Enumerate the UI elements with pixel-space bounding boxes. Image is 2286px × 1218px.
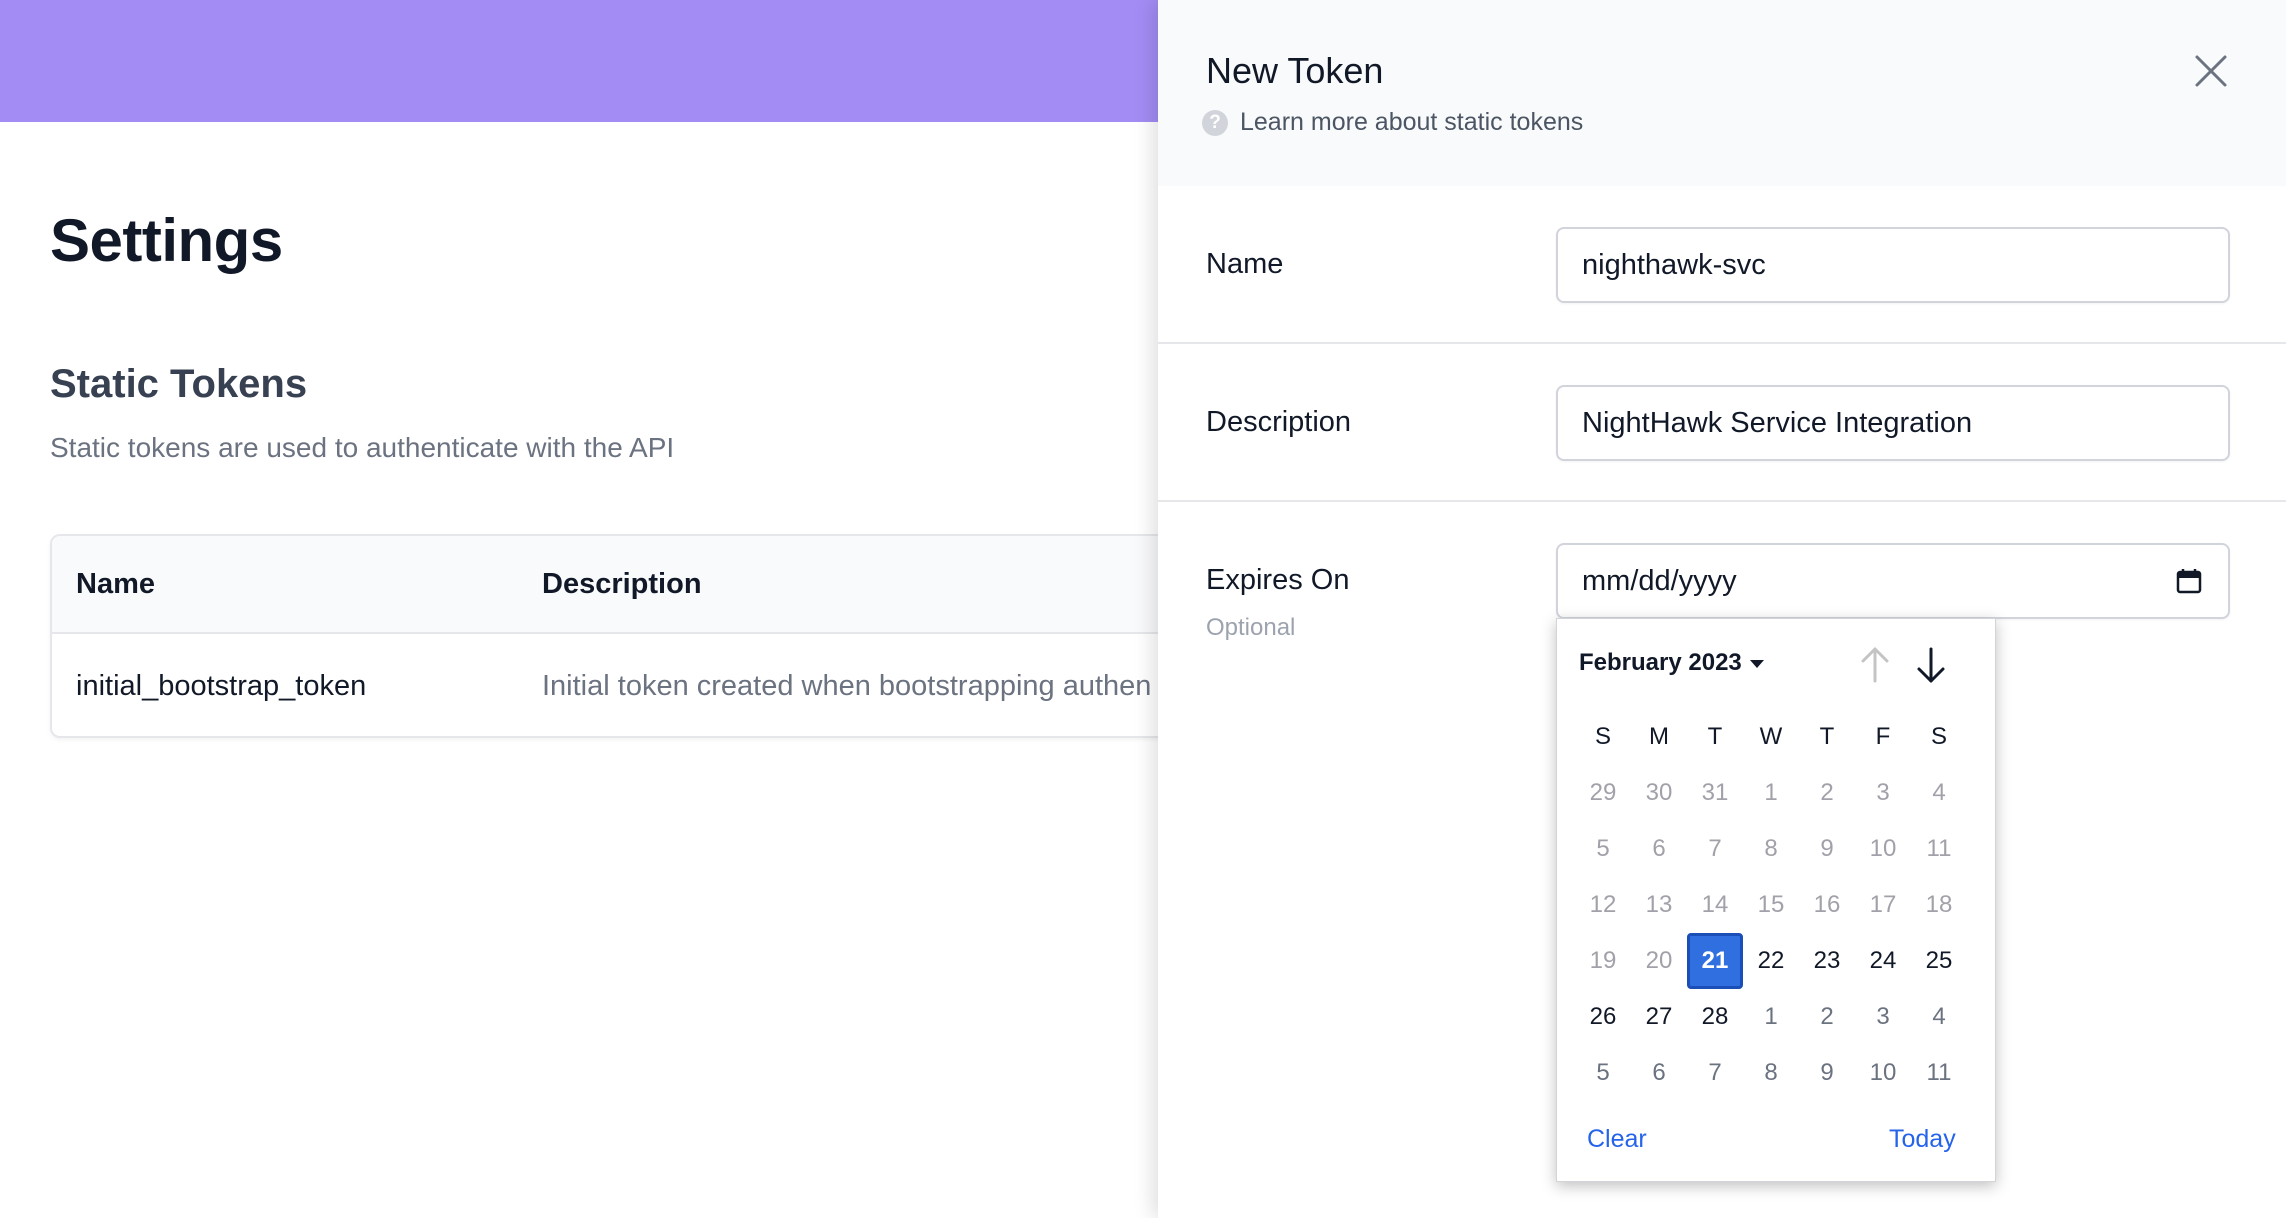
calendar-day[interactable]: 19: [1575, 933, 1631, 989]
calendar-day[interactable]: 11: [1911, 821, 1967, 877]
column-header-description[interactable]: Description: [542, 568, 702, 601]
question-circle-icon: ?: [1202, 109, 1228, 136]
calendar-day[interactable]: 27: [1631, 989, 1687, 1045]
section-subtitle: Static tokens are used to authenticate w…: [50, 432, 675, 463]
calendar-day[interactable]: 7: [1687, 821, 1743, 877]
calendar-grid: S M T W T F S 29 30 31 1 2 3 4 5 6 7 8 9 10 11 12 13 14 1…: [1575, 709, 1979, 1101]
calendar-day[interactable]: 17: [1855, 877, 1911, 933]
calendar-day[interactable]: 1: [1743, 989, 1799, 1045]
calendar-day[interactable]: 9: [1799, 1045, 1855, 1101]
calendar-day[interactable]: 8: [1743, 821, 1799, 877]
month-year-label: February 2023: [1579, 649, 1742, 676]
top-header-band: [0, 0, 1160, 122]
calendar-day[interactable]: 7: [1687, 1045, 1743, 1101]
calendar-day[interactable]: 22: [1743, 933, 1799, 989]
expires-hint: Optional: [1206, 614, 1296, 641]
calendar-day[interactable]: 13: [1631, 877, 1687, 933]
calendar-day[interactable]: 5: [1575, 821, 1631, 877]
form-row-name: Name nighthawk-svc: [1158, 186, 2286, 344]
calendar-day[interactable]: 20: [1631, 933, 1687, 989]
expires-date-input[interactable]: mm/dd/yyyy: [1556, 543, 2230, 619]
calendar-day[interactable]: 16: [1799, 877, 1855, 933]
calendar-day[interactable]: 5: [1575, 1045, 1631, 1101]
token-name-cell[interactable]: initial_bootstrap_token: [76, 670, 366, 703]
calendar-day-selected[interactable]: 21: [1687, 933, 1743, 989]
calendar-day[interactable]: 8: [1743, 1045, 1799, 1101]
description-input[interactable]: NightHawk Service Integration: [1556, 385, 2230, 461]
arrow-down-icon[interactable]: [1909, 641, 1953, 689]
calendar-day[interactable]: 11: [1911, 1045, 1967, 1101]
clear-button[interactable]: Clear: [1587, 1125, 1647, 1154]
caret-down-icon: [1749, 660, 1764, 668]
weekday-header: M: [1649, 723, 1669, 750]
calendar-day[interactable]: 24: [1855, 933, 1911, 989]
calendar-day[interactable]: 23: [1799, 933, 1855, 989]
calendar-day[interactable]: 28: [1687, 989, 1743, 1045]
drawer-header: New Token ? Learn more about static toke…: [1158, 0, 2286, 186]
month-year-selector[interactable]: February 2023: [1579, 649, 1764, 677]
drawer-title: New Token: [1206, 50, 1384, 91]
calendar-day[interactable]: 4: [1911, 765, 1967, 821]
calendar-day[interactable]: 25: [1911, 933, 1967, 989]
help-link-text[interactable]: Learn more about static tokens: [1240, 108, 1583, 137]
expires-label: Expires On: [1206, 564, 1350, 596]
weekday-header: W: [1759, 723, 1783, 750]
calendar-day[interactable]: 12: [1575, 877, 1631, 933]
token-description-cell: Initial token created when bootstrapping…: [542, 670, 1152, 702]
weekday-header: S: [1594, 723, 1611, 750]
description-label: Description: [1206, 406, 1352, 438]
calendar-day[interactable]: 2: [1799, 989, 1855, 1045]
calendar-day[interactable]: 2: [1799, 765, 1855, 821]
calendar-day[interactable]: 4: [1911, 989, 1967, 1045]
calendar-day[interactable]: 6: [1631, 1045, 1687, 1101]
help-link[interactable]: ? Learn more about static tokens: [1202, 108, 1583, 137]
name-label: Name: [1206, 248, 1284, 280]
calendar-day[interactable]: 15: [1743, 877, 1799, 933]
tokens-table: Name Description initial_bootstrap_token…: [50, 534, 1210, 738]
calendar-day[interactable]: 29: [1575, 765, 1631, 821]
calendar-day[interactable]: 6: [1631, 821, 1687, 877]
calendar-day[interactable]: 10: [1855, 1045, 1911, 1101]
column-header-name[interactable]: Name: [76, 568, 155, 601]
calendar-day[interactable]: 3: [1855, 765, 1911, 821]
form-row-description: Description NightHawk Service Integratio…: [1158, 344, 2286, 502]
calendar-day[interactable]: 3: [1855, 989, 1911, 1045]
close-icon: [2195, 55, 2227, 87]
calendar-day[interactable]: 26: [1575, 989, 1631, 1045]
weekday-header: S: [1930, 723, 1947, 750]
section-title: Static Tokens: [50, 362, 308, 406]
calendar-day[interactable]: 18: [1911, 877, 1967, 933]
close-button[interactable]: [2188, 48, 2234, 94]
weekday-header: T: [1819, 723, 1835, 750]
calendar-day[interactable]: 1: [1743, 765, 1799, 821]
calendar-icon[interactable]: [2174, 566, 2204, 596]
today-button[interactable]: Today: [1889, 1125, 1956, 1154]
calendar-day[interactable]: 30: [1631, 765, 1687, 821]
name-input[interactable]: nighthawk-svc: [1556, 227, 2230, 303]
calendar-day[interactable]: 9: [1799, 821, 1855, 877]
arrow-up-icon[interactable]: [1853, 641, 1897, 689]
weekday-header: F: [1875, 723, 1891, 750]
calendar-day[interactable]: 31: [1687, 765, 1743, 821]
table-header: Name Description: [52, 536, 1208, 634]
calendar-day[interactable]: 10: [1855, 821, 1911, 877]
page-title: Settings: [50, 207, 283, 274]
calendar-day[interactable]: 14: [1687, 877, 1743, 933]
date-picker-popup: February 2023 S M T W T F S 29 30 31 1 2 3 4 5 6…: [1556, 618, 1996, 1182]
weekday-header: T: [1707, 723, 1723, 750]
date-placeholder: mm/dd/yyyy: [1582, 565, 1737, 597]
